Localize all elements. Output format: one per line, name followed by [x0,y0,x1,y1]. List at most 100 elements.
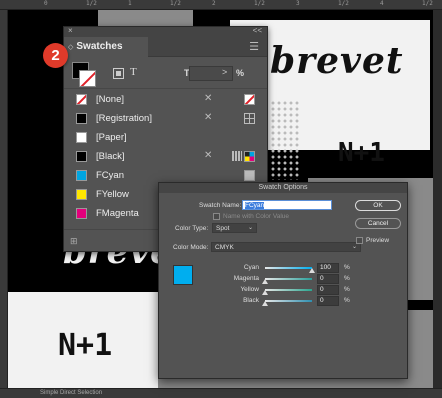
slider-row-black: Black 0% [197,296,367,307]
artwork-block-right: N+1 [338,138,385,168]
panel-titlebar[interactable]: × << [64,26,267,37]
ruler-tick-label: 1/2 [422,0,433,7]
fill-stroke-icon[interactable] [72,62,98,88]
preview-label: Preview [366,237,390,244]
chevron-down-icon: ⌄ [351,244,357,250]
ruler-tick-label: 0 [44,0,48,7]
slider-thumb[interactable] [262,279,268,284]
slider-track[interactable] [265,267,312,269]
percent-label: % [344,275,350,282]
ruler-tick-label: 1 [128,0,132,7]
artwork-dot-pattern [270,100,300,180]
show-swatch-kinds-icon[interactable]: ⊞ [70,236,78,247]
artwork-block-left: N+1 [58,328,113,363]
tab-swatches[interactable]: ◇ Swatches [64,37,148,57]
percent-label: % [344,264,350,271]
swatch-color-chip [76,94,87,105]
swatch-name-label: Swatch Name: [199,202,242,209]
formatting-affects-container-icon[interactable] [113,68,124,79]
registration-icon [244,113,255,124]
slider-row-yellow: Yellow 0% [197,285,367,296]
swatch-color-chip [76,132,87,143]
color-mode-value: CMYK [215,244,234,251]
ruler-tick-label: 1/2 [338,0,349,7]
color-mode-select[interactable]: CMYK ⌄ [211,242,361,252]
color-type-label: Color Type: [175,225,209,232]
slider-track[interactable] [265,278,312,280]
cancel-button[interactable]: Cancel [355,218,401,229]
artwork-script-top: brevet [270,40,404,82]
close-icon[interactable]: × [68,26,73,35]
slider-label: Black [243,297,259,304]
swatch-color-chip [76,113,87,124]
swatch-color-chip [76,208,87,219]
cmyk-mode-icon [244,151,255,162]
swatch-color-chip [76,151,87,162]
non-editable-icon: ✕ [204,112,213,123]
ruler-tick-label: 4 [380,0,384,7]
ruler-tick-label: 1/2 [86,0,97,7]
status-bar: Simple Direct Selection [0,388,442,398]
tab-swatches-label: Swatches [76,41,123,52]
swatch-name-value: FCyan [245,202,265,209]
slider-thumb[interactable] [309,268,315,273]
swatch-name: FYellow [96,189,129,200]
collapse-icon[interactable]: << [253,26,262,35]
swatch-name: [Registration] [96,113,152,124]
slider-thumb[interactable] [262,290,268,295]
swatch-options-dialog[interactable]: Swatch Options Swatch Name: FCyan Name w… [158,182,408,379]
color-type-value: Spot [216,225,230,232]
ruler-tick-label: 1/2 [254,0,265,7]
slider-label: Yellow [240,286,259,293]
color-preview-swatch [173,265,193,285]
swatch-name: [Paper] [96,132,127,143]
spot-color-icon [244,170,255,181]
swatch-name: [Black] [96,151,125,162]
swatch-row[interactable]: [None] ✕ [64,90,267,109]
color-type-select[interactable]: Spot ⌄ [212,223,257,233]
slider-value-input[interactable]: 100 [317,263,339,273]
stroke-swatch[interactable] [79,70,96,87]
slider-value-input[interactable]: 0 [317,274,339,284]
swatch-row[interactable]: [Registration] ✕ [64,109,267,128]
slider-track[interactable] [265,300,312,302]
preview-checkbox[interactable] [356,237,363,244]
non-editable-icon: ✕ [204,150,213,161]
name-with-color-value-checkbox[interactable] [213,213,220,220]
swatch-name: FCyan [96,170,124,181]
vertical-ruler [0,10,8,390]
none-swatch-icon [244,94,255,105]
swatch-name-input[interactable]: FCyan [242,200,332,210]
swatch-color-chip [76,170,87,181]
slider-label: Magenta [233,275,259,282]
slider-value-input[interactable]: 0 [317,296,339,306]
swatch-color-chip [76,189,87,200]
slider-thumb[interactable] [262,301,268,306]
tint-percent: % [236,68,245,78]
step-badge: 2 [43,43,68,68]
ruler-tick-label: 3 [296,0,300,7]
panel-menu-icon[interactable]: ☰ [249,40,259,53]
ruler-tick-label: 1/2 [170,0,181,7]
name-with-color-value-label: Name with Color Value [223,213,289,220]
slider-value-input[interactable]: 0 [317,285,339,295]
ruler-tick-label: 2 [212,0,216,7]
swatch-row[interactable]: [Paper] [64,128,267,147]
percent-label: % [344,297,350,304]
slider-label: Cyan [243,264,259,271]
slider-row-cyan: Cyan 100% [197,263,367,274]
color-mode-label: Color Mode: [173,244,209,251]
ok-button[interactable]: OK [355,200,401,211]
slider-track[interactable] [265,289,312,291]
formatting-affects-text-icon[interactable]: T [130,66,137,78]
swatch-row[interactable]: [Black] ✕ [64,147,267,166]
status-text: Simple Direct Selection [40,390,103,396]
chevron-down-icon: ⌄ [247,225,253,231]
process-color-icon [232,151,242,161]
panel-tab-row: ◇ Swatches ☰ [64,37,267,57]
tint-slider-arrow-icon[interactable]: > [222,67,227,77]
dialog-title: Swatch Options [159,183,407,193]
swatches-toolbar: T Tint: > % [64,57,267,89]
horizontal-ruler: 0 1/2 1 1/2 2 1/2 3 1/2 4 1/2 [0,0,442,10]
tab-expand-icon[interactable]: ◇ [68,44,73,51]
